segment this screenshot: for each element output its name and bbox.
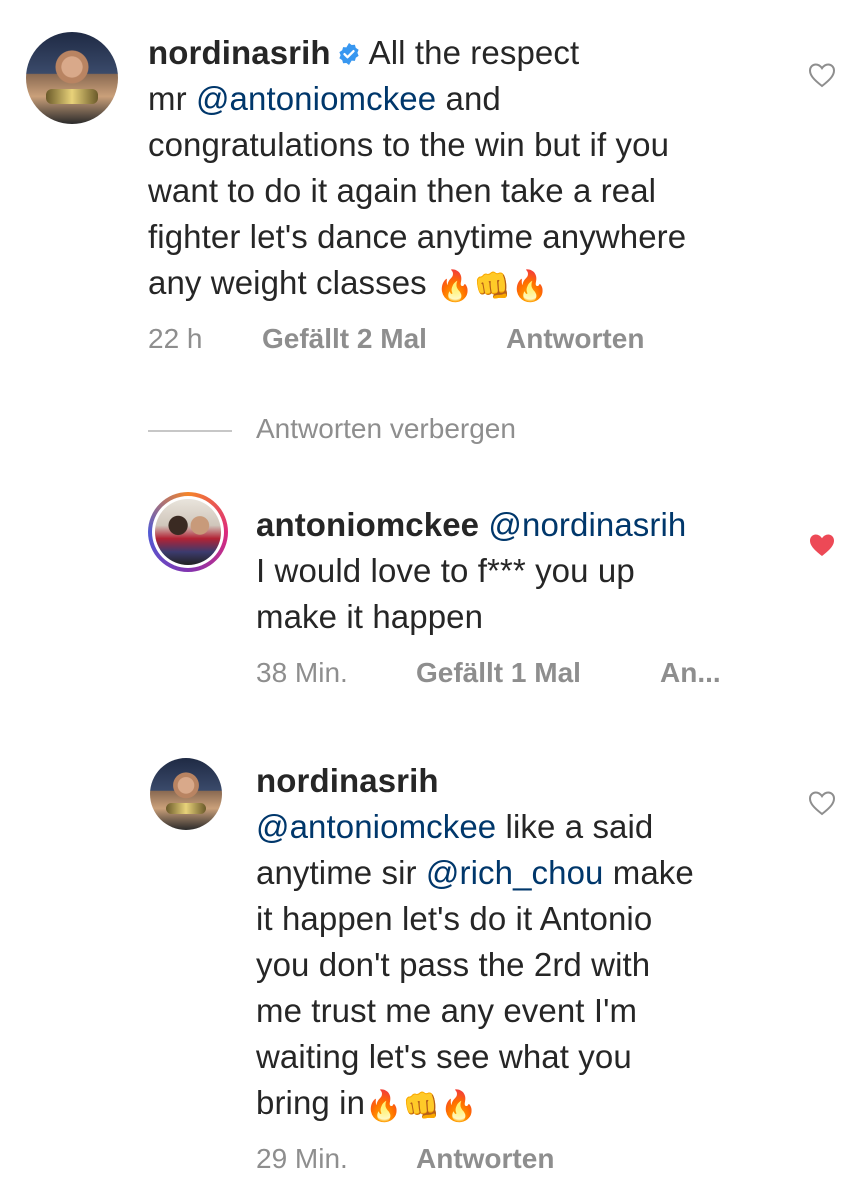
comment-1-likes[interactable]: Gefällt 2 Mal: [262, 322, 506, 356]
comment-1-text-d: congratulations to the win but if you: [148, 126, 670, 163]
comment-3-line-3: it happen let's do it Antonio: [256, 900, 653, 937]
comment-3-time: 29 Min.: [256, 1143, 348, 1174]
comment-3-line-4: you don't pass the 2rd with: [256, 946, 651, 983]
comment-3-mention-2[interactable]: @rich_chou: [426, 854, 604, 891]
comment-1-reply-button[interactable]: Antworten: [506, 322, 644, 356]
avatar-nordinasrih[interactable]: [150, 758, 222, 830]
comment-1-username[interactable]: nordinasrih: [148, 34, 331, 71]
heart-icon[interactable]: [808, 790, 836, 816]
comment-2-username[interactable]: antoniomckee: [256, 506, 479, 543]
avatar-belt-graphic: [165, 802, 207, 815]
hide-replies-divider: [148, 429, 232, 432]
comment-1-text-f: fighter let's dance anytime anywhere: [148, 218, 687, 255]
hide-replies-label[interactable]: Antworten verbergen: [256, 413, 516, 444]
heart-icon[interactable]: [808, 62, 836, 88]
comment-3-meta: 29 Min. Antworten: [256, 1142, 554, 1176]
comment-1-text-a: All the respect: [368, 34, 580, 71]
avatar-antoniomckee[interactable]: [148, 492, 228, 572]
comment-3-line-2-pre: anytime sir: [256, 854, 426, 891]
comment-1-text-e: want to do it again then take a real: [148, 172, 657, 209]
heart-filled-icon[interactable]: [808, 532, 836, 558]
verified-badge-icon: [339, 43, 359, 65]
comment-2-line-2: make it happen: [256, 598, 484, 635]
comment-2-body: antoniomckee @nordinasrih I would love t…: [256, 502, 776, 640]
comment-1-meta: 22 h Gefällt 2 Mal Antworten: [148, 322, 644, 356]
comment-1-text-g: any weight classes: [148, 264, 437, 301]
comment-2-time: 38 Min.: [256, 657, 348, 688]
comment-3-line-7: bring in: [256, 1084, 366, 1121]
comment-2-likes[interactable]: Gefällt 1 Mal: [416, 656, 660, 690]
comment-2-reply-button[interactable]: An...: [660, 656, 721, 690]
comment-2-mention[interactable]: @nordinasrih: [488, 506, 686, 543]
comment-3-emojis: 🔥👊🔥: [365, 1090, 478, 1123]
comment-3-line-2-rest: make: [603, 854, 694, 891]
comment-1-mention[interactable]: @antoniomckee: [196, 80, 436, 117]
hide-replies-toggle[interactable]: Antworten verbergen: [148, 412, 516, 446]
comment-1-emojis: 🔥👊🔥: [436, 270, 549, 303]
comment-3-body: nordinasrih @antoniomckee like a said an…: [256, 758, 796, 1130]
comment-3-line-6: waiting let's see what you: [256, 1038, 632, 1075]
comment-3-username[interactable]: nordinasrih: [256, 762, 439, 799]
comment-3-reply-button[interactable]: Antworten: [416, 1142, 554, 1176]
comment-3-line-1-rest: like a said: [496, 808, 654, 845]
comment-1-text-c: and: [436, 80, 501, 117]
avatar-belt-graphic: [46, 89, 98, 104]
comment-1-time: 22 h: [148, 323, 203, 354]
comment-1-body: nordinasrih All the respect mr @antoniomc…: [148, 30, 788, 310]
comment-1-text-b: mr: [148, 80, 196, 117]
comment-2-meta: 38 Min. Gefällt 1 Mal An...: [256, 656, 721, 690]
avatar-ring-inner: [152, 496, 224, 568]
comment-3-line-5: me trust me any event I'm: [256, 992, 638, 1029]
comment-2-line-1: I would love to f*** you up: [256, 552, 635, 589]
avatar-nordinasrih[interactable]: [26, 32, 118, 124]
avatar-antoniomckee-photo: [155, 499, 221, 565]
comment-3-mention-1[interactable]: @antoniomckee: [256, 808, 496, 845]
